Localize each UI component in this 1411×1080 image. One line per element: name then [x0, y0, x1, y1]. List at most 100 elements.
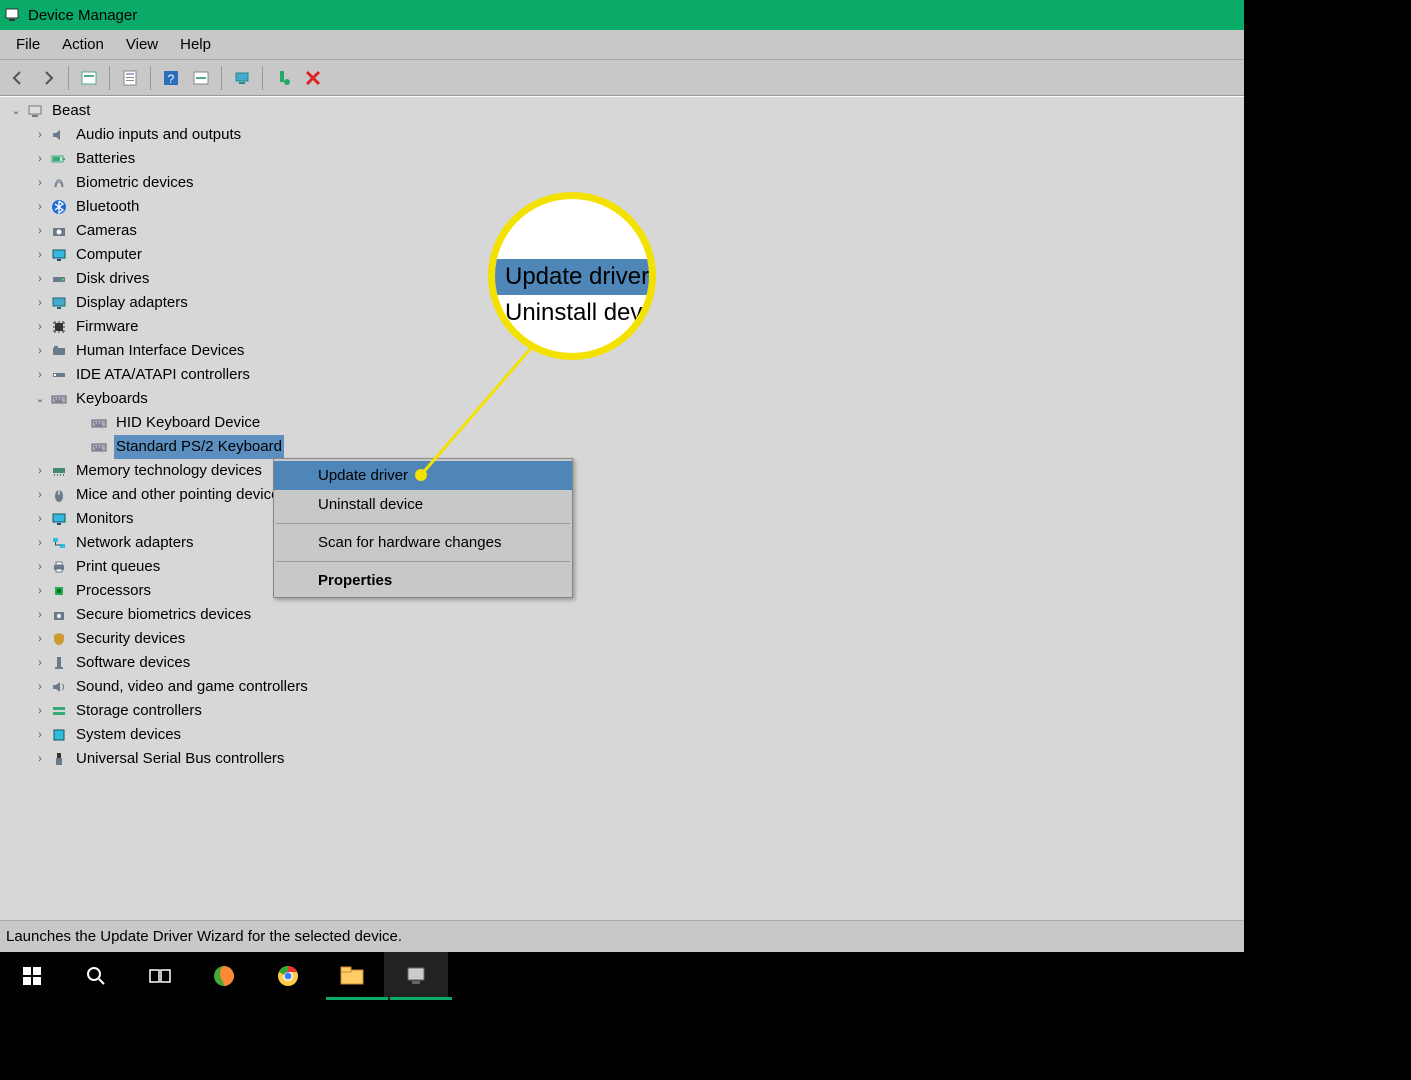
chevron-right-icon[interactable]: › — [32, 627, 48, 651]
memory-icon — [50, 462, 68, 480]
tree-category[interactable]: › Secure biometrics devices — [0, 603, 1244, 627]
chevron-right-icon[interactable]: › — [32, 243, 48, 267]
chevron-right-icon[interactable]: › — [32, 531, 48, 555]
battery-icon — [50, 150, 68, 168]
tree-category[interactable]: › Software devices — [0, 651, 1244, 675]
chevron-right-icon[interactable]: › — [32, 123, 48, 147]
tree-category[interactable]: › Network adapters — [0, 531, 1244, 555]
forward-button[interactable] — [34, 64, 62, 92]
device-manager-taskbar-icon[interactable] — [384, 952, 448, 1000]
tree-category[interactable]: › Storage controllers — [0, 699, 1244, 723]
network-icon — [50, 534, 68, 552]
chevron-right-icon[interactable]: › — [32, 363, 48, 387]
tree-category-label: Software devices — [74, 651, 192, 675]
system-icon — [50, 726, 68, 744]
chevron-right-icon[interactable]: › — [32, 699, 48, 723]
bluetooth-icon — [50, 198, 68, 216]
tree-root[interactable]: ⌄Beast — [0, 99, 1244, 123]
chevron-right-icon[interactable]: › — [32, 315, 48, 339]
chevron-right-icon[interactable]: › — [32, 603, 48, 627]
help-button[interactable]: ? — [157, 64, 185, 92]
menu-action[interactable]: Action — [52, 32, 114, 57]
chevron-right-icon[interactable]: › — [32, 507, 48, 531]
uninstall-button[interactable] — [299, 64, 327, 92]
tree-device[interactable]: Standard PS/2 Keyboard — [0, 435, 1244, 459]
tree-category-label: Storage controllers — [74, 699, 204, 723]
search-button[interactable] — [64, 952, 128, 1000]
tree-category[interactable]: ›Print queues — [0, 555, 1244, 579]
toolbar-separator — [68, 66, 69, 90]
start-button[interactable] — [0, 952, 64, 1000]
ide-icon — [50, 366, 68, 384]
task-view-button[interactable] — [128, 952, 192, 1000]
security-icon — [50, 630, 68, 648]
tree-category[interactable]: › Security devices — [0, 627, 1244, 651]
tree-category[interactable]: ›Universal Serial Bus controllers — [0, 747, 1244, 771]
firefox-taskbar-icon[interactable] — [192, 952, 256, 1000]
tree-category[interactable]: ›IDE ATA/ATAPI controllers — [0, 363, 1244, 387]
chevron-right-icon[interactable]: › — [32, 747, 48, 771]
device-manager-window: Device Manager File Action View Help ? ⌄… — [0, 0, 1244, 952]
scan-button[interactable] — [187, 64, 215, 92]
tree-category-label: Cameras — [74, 219, 139, 243]
tree-category[interactable]: ⌄ Keyboards — [0, 387, 1244, 411]
tree-category[interactable]: › Mice and other pointing devices — [0, 483, 1244, 507]
file-explorer-taskbar-icon[interactable] — [320, 952, 384, 1000]
chevron-right-icon[interactable]: › — [32, 459, 48, 483]
tree-device[interactable]: HID Keyboard Device — [0, 411, 1244, 435]
tree-category-label: Mice and other pointing devices — [74, 483, 289, 507]
enable-button[interactable] — [228, 64, 256, 92]
menu-help[interactable]: Help — [170, 32, 221, 57]
chevron-right-icon[interactable]: › — [32, 219, 48, 243]
chevron-down-icon[interactable]: ⌄ — [8, 99, 24, 123]
chevron-right-icon[interactable]: › — [32, 267, 48, 291]
chevron-right-icon[interactable]: › — [32, 723, 48, 747]
tree-category-label: Security devices — [74, 627, 187, 651]
tree-category-label: System devices — [74, 723, 183, 747]
tree-category-label: Computer — [74, 243, 144, 267]
chevron-right-icon[interactable]: › — [32, 579, 48, 603]
tree-category[interactable]: ›Memory technology devices — [0, 459, 1244, 483]
menu-view[interactable]: View — [116, 32, 168, 57]
properties-button[interactable] — [116, 64, 144, 92]
chevron-right-icon[interactable]: › — [32, 483, 48, 507]
tree-category[interactable]: › System devices — [0, 723, 1244, 747]
chevron-down-icon[interactable]: ⌄ — [32, 387, 48, 411]
monitor-icon — [50, 510, 68, 528]
toolbar-separator — [221, 66, 222, 90]
context-uninstall-device[interactable]: Uninstall device — [274, 490, 572, 519]
tree-category-label: Display adapters — [74, 291, 190, 315]
title-bar: Device Manager — [0, 0, 1244, 30]
keyboard-icon — [90, 438, 108, 456]
chevron-right-icon[interactable]: › — [32, 171, 48, 195]
tree-category[interactable]: ›Batteries — [0, 147, 1244, 171]
tree-category[interactable]: › Biometric devices — [0, 171, 1244, 195]
secure-bio-icon — [50, 606, 68, 624]
chrome-taskbar-icon[interactable] — [256, 952, 320, 1000]
chevron-right-icon[interactable]: › — [32, 291, 48, 315]
back-button[interactable] — [4, 64, 32, 92]
chevron-right-icon[interactable]: › — [32, 651, 48, 675]
context-properties[interactable]: Properties — [274, 566, 572, 595]
chevron-right-icon[interactable]: › — [32, 147, 48, 171]
tree-category-label: Biometric devices — [74, 171, 196, 195]
chevron-right-icon[interactable]: › — [32, 339, 48, 363]
chevron-right-icon[interactable]: › — [32, 555, 48, 579]
tree-category[interactable]: ›Sound, video and game controllers — [0, 675, 1244, 699]
tree-category-label: Secure biometrics devices — [74, 603, 253, 627]
tree-category-label: Audio inputs and outputs — [74, 123, 243, 147]
context-scan-hardware[interactable]: Scan for hardware changes — [274, 528, 572, 557]
tree-category[interactable]: › Audio inputs and outputs — [0, 123, 1244, 147]
tree-category[interactable]: ›Processors — [0, 579, 1244, 603]
menu-file[interactable]: File — [6, 32, 50, 57]
add-legacy-button[interactable] — [269, 64, 297, 92]
display-icon — [50, 294, 68, 312]
chevron-right-icon[interactable]: › — [32, 675, 48, 699]
tree-category-label: Network adapters — [74, 531, 196, 555]
show-hidden-button[interactable] — [75, 64, 103, 92]
tree-category-label: Firmware — [74, 315, 141, 339]
chevron-right-icon[interactable]: › — [32, 195, 48, 219]
tree-category-label: Keyboards — [74, 387, 150, 411]
tree-category[interactable]: ›Monitors — [0, 507, 1244, 531]
storage-icon — [50, 702, 68, 720]
